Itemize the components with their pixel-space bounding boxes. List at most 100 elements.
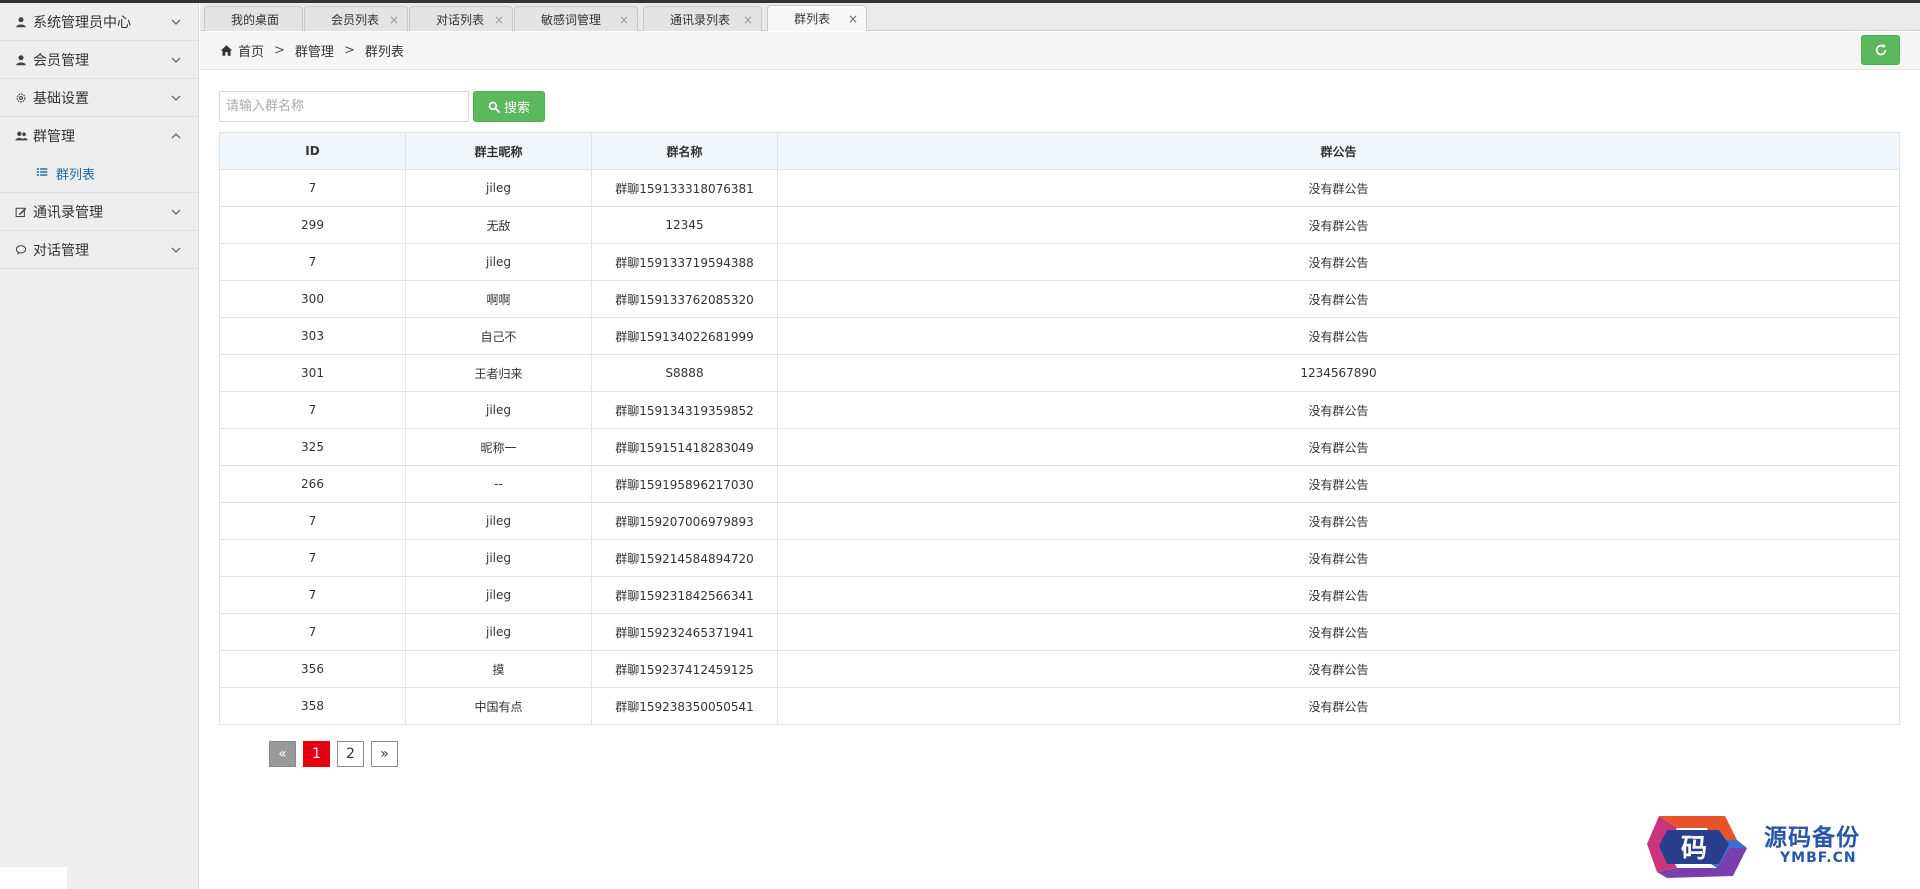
sidebar-group-label: 基础设置 [33,90,89,107]
cell-group-notice: 没有群公告 [777,243,1900,281]
sidebar-group-header[interactable]: 会员管理 [0,41,198,78]
search-button-label: 搜索 [503,101,530,116]
close-icon[interactable]: × [619,13,629,27]
sidebar-footer-blank [0,867,67,889]
sidebar-group-label: 通讯录管理 [33,204,103,221]
sidebar-group-header[interactable]: 通讯录管理 [0,193,198,230]
tab-item[interactable]: 群列表 × [767,5,867,31]
cell-id: 325 [219,428,406,466]
tab-item[interactable]: 我的桌面 [204,6,303,31]
cell-group-notice: 没有群公告 [777,687,1900,725]
tab-label: 会员列表 [331,12,380,27]
cell-id: 301 [219,354,406,392]
table-header-row: ID 群主昵称 群名称 群公告 [219,132,1900,170]
sidebar-group: 通讯录管理 [0,193,198,231]
sidebar-item-label: 群列表 [56,167,96,183]
chevron-down-icon [170,16,182,28]
pagination-page-button[interactable]: 2 [337,741,364,767]
cell-group-notice: 1234567890 [777,354,1900,392]
search-button[interactable]: 搜索 [473,91,545,122]
pagination-page-button[interactable]: 1 [303,741,330,767]
breadcrumb-separator: > [343,43,355,58]
chevron-down-icon [170,92,182,104]
breadcrumb-home[interactable]: 首页 [238,41,264,60]
sidebar-group-header[interactable]: 群管理 [0,117,198,154]
refresh-button[interactable] [1861,35,1900,65]
cell-id: 7 [219,391,406,429]
sidebar-group: 对话管理 [0,231,198,269]
tab-item[interactable]: 会员列表 × [304,6,408,31]
column-header-group-notice[interactable]: 群公告 [777,132,1900,170]
sidebar-submenu: 群列表 [0,154,198,192]
cell-id: 299 [219,206,406,244]
chat-icon [14,243,28,257]
pagination-prev-button[interactable]: « [269,741,296,767]
cell-group-notice: 没有群公告 [777,539,1900,577]
logo-icon: 码 [1647,816,1747,878]
cell-id: 7 [219,539,406,577]
cell-group-name: 群聊159214584894720 [591,539,778,577]
table-row: 325 昵称一 群聊159151418283049 没有群公告 [219,428,1900,466]
cell-id: 358 [219,687,406,725]
sidebar-group-label: 会员管理 [33,52,89,69]
cell-group-notice: 没有群公告 [777,576,1900,614]
cell-group-name: 群聊159207006979893 [591,502,778,540]
cell-owner-nickname: 自己不 [405,317,592,355]
cell-id: 7 [219,169,406,207]
tab-item[interactable]: 对话列表 × [409,6,513,31]
table-row: 358 中国有点 群聊159238350050541 没有群公告 [219,687,1900,725]
group-name-search-input[interactable] [219,91,469,122]
cell-id: 7 [219,243,406,281]
column-header-id[interactable]: ID [219,132,406,170]
home-icon [220,45,233,56]
sidebar-group: 会员管理 [0,41,198,79]
cell-group-name: 群聊159195896217030 [591,465,778,503]
sidebar-group-header[interactable]: 系统管理员中心 [0,3,198,40]
watermark-title: 源码备份 [1764,824,1860,851]
tab-item[interactable]: 通讯录列表 × [643,6,762,31]
cell-id: 7 [219,613,406,651]
pagination: « 1 2 » [269,741,405,767]
cell-group-name: 12345 [591,206,778,244]
tab-label: 我的桌面 [231,12,280,27]
table-row: 7 jileg 群聊159232465371941 没有群公告 [219,613,1900,651]
sidebar-group-header[interactable]: 基础设置 [0,79,198,116]
cell-owner-nickname: 王者归来 [405,354,592,392]
sidebar-group-label: 群管理 [33,128,75,145]
cell-owner-nickname: 啊啊 [405,280,592,318]
cell-group-name: 群聊159151418283049 [591,428,778,466]
chevron-down-icon [170,54,182,66]
cell-group-name: 群聊159238350050541 [591,687,778,725]
table-row: 299 无敌 12345 没有群公告 [219,206,1900,244]
sidebar-group-label: 系统管理员中心 [33,14,131,31]
breadcrumb-group-list: 群列表 [364,45,404,60]
breadcrumb: 首页 > 群管理 > 群列表 [200,32,1920,70]
column-header-group-name[interactable]: 群名称 [591,132,778,170]
close-icon[interactable]: × [389,13,399,27]
table-row: 7 jileg 群聊159214584894720 没有群公告 [219,539,1900,577]
column-header-owner-nickname[interactable]: 群主昵称 [405,132,592,170]
cell-id: 266 [219,465,406,503]
close-icon[interactable]: × [494,13,504,27]
breadcrumb-group-manage[interactable]: 群管理 [295,41,334,60]
table-row: 303 自己不 群聊159134022681999 没有群公告 [219,317,1900,355]
sidebar: 系统管理员中心 会员管理基础设置群管理群列表通讯录管理对话管理 [0,3,199,889]
cell-owner-nickname: jileg [405,169,592,207]
close-icon[interactable]: × [743,13,753,27]
watermark-logo: 码 源码备份 YMBF.CN [1637,808,1899,880]
cell-group-name: 群聊159134022681999 [591,317,778,355]
sidebar-item-group-list[interactable]: 群列表 [0,154,198,192]
tab-item[interactable]: 敏感词管理 × [514,6,638,31]
sidebar-group-header[interactable]: 对话管理 [0,231,198,268]
pagination-next-button[interactable]: » [371,741,398,767]
cell-group-notice: 没有群公告 [777,502,1900,540]
table-row: 266 -- 群聊159195896217030 没有群公告 [219,465,1900,503]
sidebar-group: 群管理群列表 [0,117,198,193]
tab-label: 敏感词管理 [541,12,602,27]
close-icon[interactable]: × [848,12,858,26]
cell-id: 356 [219,650,406,688]
cell-owner-nickname: jileg [405,391,592,429]
sidebar-group: 系统管理员中心 [0,3,198,41]
table-row: 7 jileg 群聊159231842566341 没有群公告 [219,576,1900,614]
cell-group-notice: 没有群公告 [777,650,1900,688]
